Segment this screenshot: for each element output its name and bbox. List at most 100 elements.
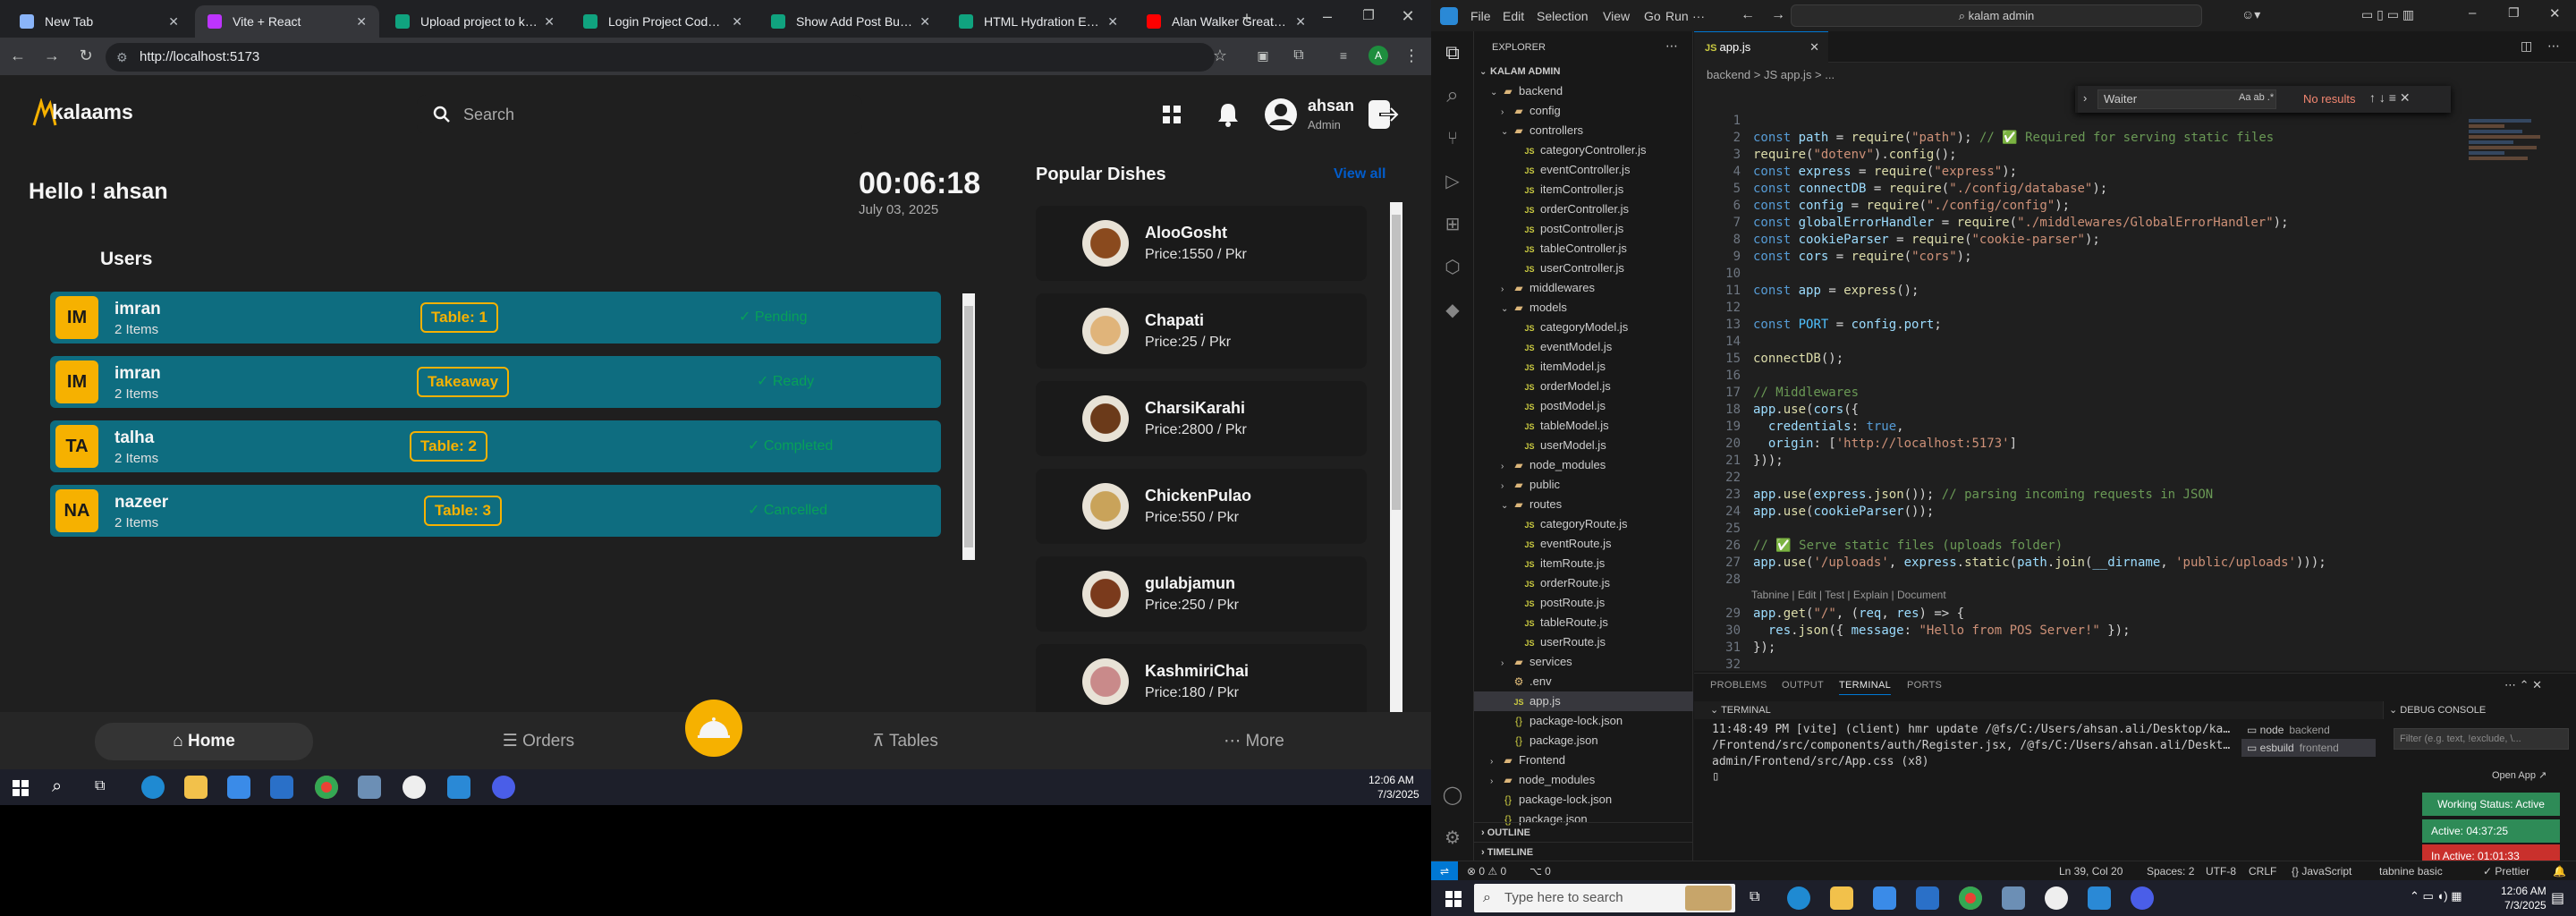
manage-gear-icon[interactable]: ⚙ [1440, 826, 1465, 851]
maximize-icon[interactable]: ❐ [1358, 7, 1379, 25]
status-encoding[interactable]: UTF-8 [2206, 861, 2236, 881]
explorer-item[interactable]: JS orderModel.js [1474, 377, 1693, 396]
dish-card[interactable]: gulabjamun Price:250 / Pkr [1036, 556, 1367, 632]
status-problems[interactable]: ⊗ 0 ⚠ 0 [1467, 861, 1506, 881]
timeline-section[interactable]: › TIMELINE [1474, 842, 1693, 861]
code-line[interactable]: 15 connectDB(); [1694, 351, 2576, 368]
dashboard-grid-icon[interactable] [1161, 104, 1182, 125]
puzzle-icon[interactable]: ⧉ [1288, 47, 1309, 64]
dish-card[interactable]: ChickenPulao Price:550 / Pkr [1036, 469, 1367, 544]
editor-more-icon[interactable]: ⋯ [2547, 38, 2560, 54]
windows-start-icon[interactable] [13, 780, 29, 796]
zoom-icon[interactable] [492, 776, 515, 799]
tab-close-icon[interactable]: ✕ [544, 14, 555, 30]
taskbar-search-icon[interactable]: ⌕ [52, 776, 62, 797]
explorer-item[interactable]: {} package.json [1474, 731, 1693, 751]
right-store-icon[interactable] [1873, 886, 1896, 910]
explorer-item[interactable]: › ▰ node_modules [1474, 770, 1693, 790]
explorer-item[interactable]: JS itemRoute.js [1474, 554, 1693, 573]
panel-tab[interactable]: PROBLEMS [1710, 680, 1767, 691]
code-line[interactable]: 4 const express = require("express"); [1694, 164, 2576, 181]
explorer-item[interactable]: JS userModel.js [1474, 436, 1693, 455]
browser-tab[interactable]: Show Add Post Button ✕ [758, 5, 943, 38]
panel-tab[interactable]: PORTS [1907, 680, 1942, 691]
explorer-item[interactable]: › ▰ public [1474, 475, 1693, 495]
debug-console-title[interactable]: ⌄ DEBUG CONSOLE [2383, 701, 2576, 719]
explorer-item[interactable]: JS eventController.js [1474, 160, 1693, 180]
explorer-item[interactable]: › ▰ services [1474, 652, 1693, 672]
explorer-item[interactable]: JS itemController.js [1474, 180, 1693, 199]
back-icon[interactable]: ← [7, 47, 29, 64]
panel-tab[interactable]: OUTPUT [1782, 680, 1824, 691]
address-bar[interactable]: ⚙ http://localhost:5173 [106, 43, 1215, 72]
nav-back-icon[interactable]: ← [1741, 7, 1755, 23]
order-row[interactable]: IM imran 2 Items Takeaway ✓ Ready [50, 356, 941, 408]
code-line[interactable]: 11 const app = express(); [1694, 283, 2576, 300]
status-prettier[interactable]: ✓ Prettier [2483, 861, 2529, 881]
brand-logo[interactable]: kalaams [29, 97, 136, 131]
forward-icon[interactable]: → [41, 47, 63, 64]
menu-item[interactable]: File [1470, 9, 1491, 23]
explorer-item[interactable]: › ▰ node_modules [1474, 455, 1693, 475]
chrome-menu-icon[interactable]: ⋮ [1401, 47, 1422, 64]
code-line[interactable]: 19 credentials: true, [1694, 419, 2576, 436]
vs-minimize-icon[interactable]: – [2469, 5, 2476, 21]
status-ports[interactable]: ⌥ 0 [1530, 861, 1551, 881]
dishes-scrollbar-thumb[interactable] [1392, 215, 1401, 510]
reload-icon[interactable]: ↻ [75, 47, 97, 64]
explorer-item[interactable]: JS app.js [1474, 691, 1693, 711]
mongodb-icon[interactable]: ◆ [1440, 298, 1465, 323]
tab-close-icon[interactable]: ✕ [356, 14, 367, 30]
nav-orders[interactable]: ☰ Orders [465, 723, 612, 760]
dish-card[interactable]: KashmiriChai Price:180 / Pkr [1036, 644, 1367, 719]
find-nav-icon[interactable]: ↑ ↓ ≡ ✕ [2369, 90, 2411, 106]
dish-card[interactable]: CharsiKarahi Price:2800 / Pkr [1036, 381, 1367, 456]
explorer-item[interactable]: JS postRoute.js [1474, 593, 1693, 613]
code-line[interactable]: 5 const connectDB = require("./config/dat… [1694, 181, 2576, 198]
browser-tab[interactable]: New Tab ✕ [7, 5, 191, 38]
code-line[interactable]: 16 [1694, 368, 2576, 385]
explorer-item[interactable]: JS orderController.js [1474, 199, 1693, 219]
order-row[interactable]: NA nazeer 2 Items Table: 3 ✓ Cancelled [50, 485, 941, 537]
user-avatar-icon[interactable] [1263, 97, 1299, 132]
code-line[interactable]: 14 [1694, 334, 2576, 351]
notification-bell-icon[interactable] [1216, 102, 1240, 127]
users-scrollbar-thumb[interactable] [964, 306, 973, 547]
menu-item[interactable]: Go [1644, 9, 1661, 23]
action-center-icon[interactable]: ▤ [2551, 889, 2564, 907]
users-scrollbar[interactable] [962, 293, 975, 560]
search-view-icon[interactable]: ⌕ [1440, 83, 1465, 108]
copilot-icon[interactable]: ☺▾ [2241, 7, 2260, 22]
debug-filter-input[interactable]: Filter (e.g. text, !exclude, \... [2394, 728, 2569, 750]
tab-close-icon[interactable]: ✕ [1295, 14, 1306, 30]
codelens[interactable]: Tabnine | Edit | Test | Explain | Docume… [1751, 589, 1946, 601]
vscode-taskbar-icon[interactable] [447, 776, 470, 799]
browser-tab[interactable]: Alan Walker Greatest ✕ [1134, 5, 1318, 38]
explorer-item[interactable]: JS userController.js [1474, 259, 1693, 278]
status-tabnine[interactable]: tabnine basic [2379, 861, 2443, 881]
extensions-icon[interactable]: ⊞ [1440, 212, 1465, 237]
nav-more[interactable]: ⋯ More [1181, 723, 1327, 760]
explorer-item[interactable]: JS userRoute.js [1474, 632, 1693, 652]
code-line[interactable]: 29 app.get("/", (req, res) => { [1694, 606, 2576, 623]
explorer-item[interactable]: JS tableRoute.js [1474, 613, 1693, 632]
outline-section[interactable]: › OUTLINE [1474, 822, 1693, 842]
browser-tab[interactable]: HTML Hydration Error ✕ [946, 5, 1131, 38]
minimize-icon[interactable]: – [1317, 7, 1338, 25]
code-line[interactable]: 13 const PORT = config.port; [1694, 317, 2576, 334]
terminal-section-title[interactable]: ⌄ TERMINAL [1694, 701, 2383, 719]
explorer-item[interactable]: JS eventRoute.js [1474, 534, 1693, 554]
mail-icon[interactable] [270, 776, 293, 799]
explorer-item[interactable]: JS postModel.js [1474, 396, 1693, 416]
edge-icon[interactable] [141, 776, 165, 799]
find-options-icon[interactable]: Aa ab .* [2239, 92, 2274, 103]
code-line[interactable]: 6 const config = require("./config/config… [1694, 198, 2576, 215]
code-line[interactable]: 17 // Middlewares [1694, 385, 2576, 402]
explorer-item[interactable]: ⌄ ▰ backend [1474, 81, 1693, 101]
right-vscode-icon[interactable] [2088, 886, 2111, 910]
profile-avatar[interactable]: A [1368, 46, 1388, 65]
status-eol[interactable]: CRLF [2249, 861, 2276, 881]
code-line[interactable]: 22 [1694, 470, 2576, 487]
file-explorer-icon[interactable] [184, 776, 208, 799]
terminal-instance[interactable]: ▭ node backend [2241, 721, 2376, 739]
